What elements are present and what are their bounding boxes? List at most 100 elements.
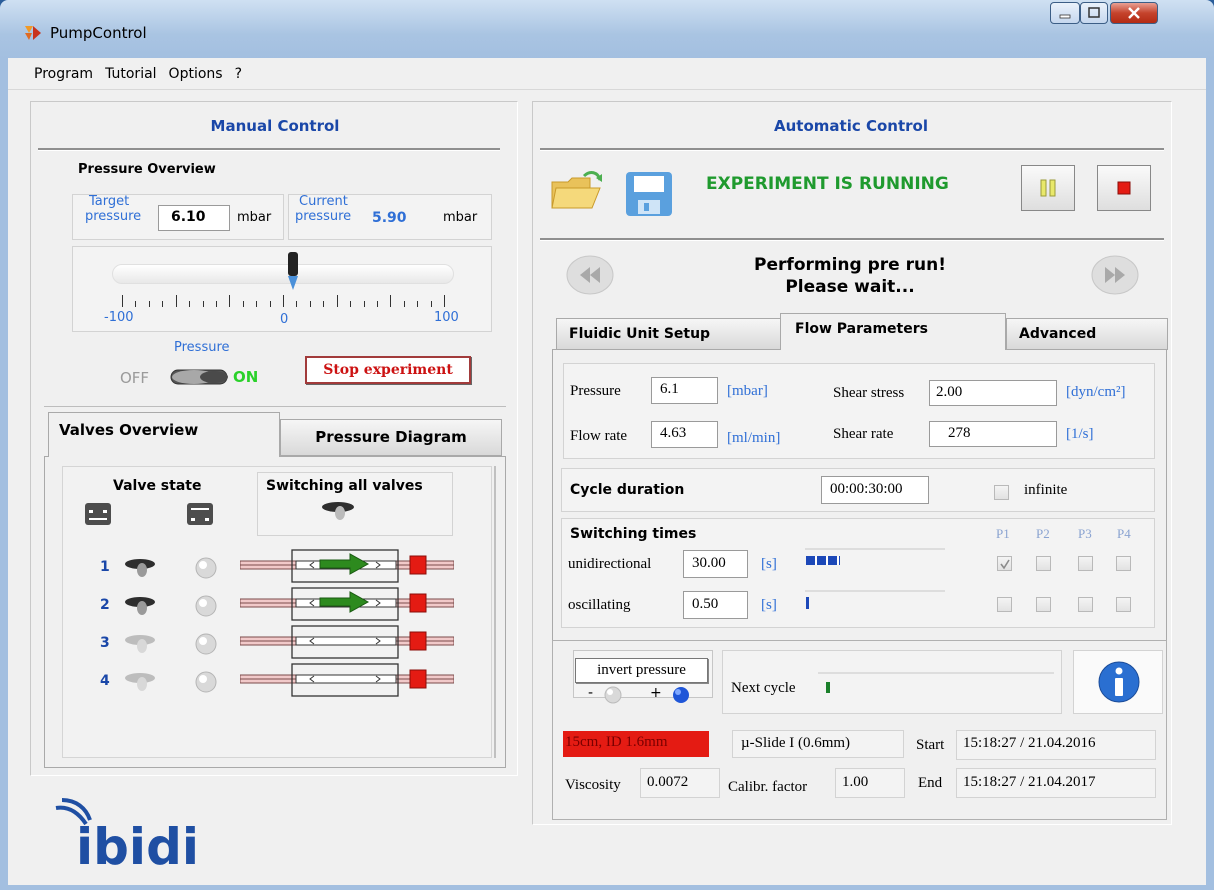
valve-diagram: [239, 625, 455, 661]
shear-rate-unit: [1/s]: [1066, 426, 1094, 442]
tab-flow-parameters[interactable]: Flow Parameters: [780, 313, 1006, 350]
close-button[interactable]: [1110, 2, 1158, 24]
p1-unidirectional-checkbox[interactable]: [997, 556, 1012, 571]
oscillating-label: oscillating: [568, 597, 631, 613]
tab-pressure-diagram[interactable]: Pressure Diagram: [280, 419, 502, 456]
menu-help[interactable]: ?: [235, 66, 242, 82]
slide-indicator: µ-Slide I (0.6mm): [732, 730, 904, 758]
oscillating-input[interactable]: 0.50: [683, 591, 748, 619]
info-icon[interactable]: [1097, 660, 1141, 704]
progress-track-line: [818, 672, 1054, 674]
valve-number: 1: [100, 559, 110, 575]
open-folder-icon[interactable]: [550, 168, 606, 212]
valves-open-icon[interactable]: [186, 502, 214, 526]
divider: [38, 148, 500, 151]
slider-tick: [229, 295, 231, 307]
valve-toggle-icon[interactable]: [122, 671, 160, 693]
slider-tick: [444, 295, 445, 307]
p3-oscillating-checkbox[interactable]: [1078, 597, 1093, 612]
pressure-overview-label: Pressure Overview: [78, 162, 216, 177]
shear-rate-input[interactable]: 278: [929, 421, 1057, 447]
tab-fluidic-unit-setup[interactable]: Fluidic Unit Setup: [556, 318, 782, 350]
valve-number: 4: [100, 673, 110, 689]
shear-rate-label: Shear rate: [833, 426, 894, 442]
invert-pressure-button[interactable]: invert pressure: [575, 658, 708, 683]
tab-advanced[interactable]: Advanced: [1006, 318, 1168, 350]
window-title: PumpControl: [50, 24, 147, 42]
p4-oscillating-checkbox[interactable]: [1116, 597, 1131, 612]
valve-diagram: [239, 549, 455, 585]
maximize-button[interactable]: [1080, 2, 1108, 24]
current-pressure-label: Current pressure: [295, 194, 351, 224]
run-message-line2: Please wait...: [785, 277, 915, 297]
scrollbar[interactable]: [490, 466, 496, 758]
p3-unidirectional-checkbox[interactable]: [1078, 556, 1093, 571]
p2-oscillating-checkbox[interactable]: [1036, 597, 1051, 612]
window-border-left: [0, 58, 8, 890]
pump-label-p3: P3: [1078, 526, 1092, 541]
infinite-label: infinite: [1024, 482, 1068, 498]
pause-icon: [1040, 179, 1056, 197]
run-message-line1: Performing pre run!: [754, 255, 946, 275]
valve-toggle-icon[interactable]: [122, 595, 160, 617]
slider-tick: [135, 301, 137, 307]
menu-tutorial[interactable]: Tutorial: [105, 66, 156, 82]
valve-toggle-icon[interactable]: [122, 557, 160, 579]
pressure-input[interactable]: 6.1: [651, 377, 718, 404]
stop-button[interactable]: [1097, 165, 1151, 211]
flow-rate-input[interactable]: 4.63: [651, 421, 718, 448]
negative-indicator: [604, 686, 622, 704]
cycle-duration-label: Cycle duration: [570, 482, 685, 498]
infinite-checkbox[interactable]: [994, 485, 1009, 500]
plus-label: +: [650, 685, 662, 701]
valve-toggle-icon[interactable]: [122, 633, 160, 655]
svg-text:ibidi: ibidi: [76, 818, 199, 870]
menu-options[interactable]: Options: [169, 66, 223, 82]
stop-icon: [1117, 181, 1131, 195]
switching-all-label: Switching all valves: [266, 478, 423, 494]
pressure-slider-handle[interactable]: [286, 252, 300, 292]
experiment-status: EXPERIMENT IS RUNNING: [706, 174, 949, 194]
menu-program[interactable]: Program: [34, 66, 93, 82]
window-border-bottom: [0, 885, 1214, 890]
pressure-toggle-label: Pressure: [174, 340, 230, 355]
switch-all-toggle-icon[interactable]: [318, 501, 358, 521]
on-label: ON: [233, 368, 259, 386]
oscillating-progress: [806, 597, 809, 609]
p1-oscillating-checkbox[interactable]: [997, 597, 1012, 612]
slider-tick: [283, 295, 284, 307]
calibr-factor-value: 1.00: [835, 768, 905, 798]
cycle-duration-input[interactable]: 00:00:30:00: [821, 476, 929, 504]
p4-unidirectional-checkbox[interactable]: [1116, 556, 1131, 571]
unidirectional-input[interactable]: 30.00: [683, 550, 748, 578]
next-button[interactable]: [1090, 254, 1140, 296]
pump-label-p2: P2: [1036, 526, 1050, 541]
run-message: Performing pre run! Please wait...: [640, 254, 1060, 298]
pause-button[interactable]: [1021, 165, 1075, 211]
pressure-unit: [mbar]: [727, 383, 768, 399]
slider-tick: [336, 295, 338, 307]
valve-number: 2: [100, 597, 110, 613]
p2-unidirectional-checkbox[interactable]: [1036, 556, 1051, 571]
pressure-toggle-switch[interactable]: [170, 367, 232, 387]
save-icon[interactable]: [624, 170, 674, 218]
pump-label-p1: P1: [996, 526, 1010, 541]
valve-diagram: [239, 663, 455, 699]
slider-tick: [296, 301, 298, 307]
valve-number: 3: [100, 635, 110, 651]
valves-closed-icon[interactable]: [84, 502, 112, 526]
next-cycle-progress: [826, 682, 830, 693]
minimize-button[interactable]: [1050, 2, 1080, 24]
window-border-right: [1206, 58, 1214, 890]
divider: [540, 148, 1164, 151]
shear-stress-input[interactable]: 2.00: [929, 380, 1057, 406]
tab-valves-overview[interactable]: Valves Overview: [48, 412, 280, 457]
pressure-label: Pressure: [570, 383, 621, 399]
previous-button[interactable]: [565, 254, 615, 296]
slider-max-label: 100: [434, 310, 459, 325]
target-label-line2: pressure: [85, 209, 142, 224]
stop-experiment-button[interactable]: Stop experiment: [305, 356, 471, 384]
divider: [540, 238, 1164, 241]
target-pressure-input[interactable]: 6.10: [158, 205, 230, 231]
minimize-icon: [1059, 14, 1071, 19]
